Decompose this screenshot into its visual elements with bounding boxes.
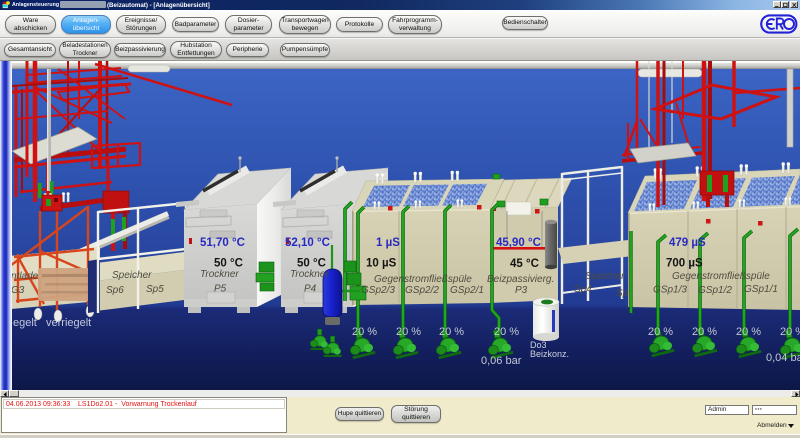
svg-text:52,10 °C: 52,10 °C bbox=[285, 237, 330, 249]
svg-text:verriegelt: verriegelt bbox=[46, 317, 91, 329]
svg-text:700 µS: 700 µS bbox=[666, 258, 703, 270]
svg-text:Sp6: Sp6 bbox=[106, 285, 124, 296]
svg-text:20 %: 20 % bbox=[439, 326, 464, 338]
svg-text:479 µS: 479 µS bbox=[669, 237, 706, 249]
svg-text:GSp1/1: GSp1/1 bbox=[744, 284, 778, 295]
svg-text:G3: G3 bbox=[11, 285, 25, 296]
svg-text:Trockner: Trockner bbox=[290, 269, 329, 280]
svg-text:20 %: 20 % bbox=[352, 326, 377, 338]
svg-text:P5: P5 bbox=[214, 284, 227, 295]
svg-text:20 %: 20 % bbox=[494, 326, 519, 338]
svg-text:GSp2/2: GSp2/2 bbox=[405, 285, 439, 296]
svg-text:45,90 °C: 45,90 °C bbox=[496, 237, 541, 249]
svg-text:0,04 bar: 0,04 bar bbox=[766, 352, 800, 364]
svg-text:Sp4: Sp4 bbox=[574, 284, 592, 295]
svg-text:Gegenstromfließspüle: Gegenstromfließspüle bbox=[374, 274, 472, 285]
svg-text:50 °C: 50 °C bbox=[297, 258, 326, 270]
svg-text:P3: P3 bbox=[515, 285, 528, 296]
svg-text:GSp1/3: GSp1/3 bbox=[653, 285, 687, 296]
svg-text:Trockner: Trockner bbox=[200, 269, 239, 280]
svg-text:50 °C: 50 °C bbox=[214, 258, 243, 270]
svg-text:20 %: 20 % bbox=[648, 326, 673, 338]
svg-text:Beizpassivierg.: Beizpassivierg. bbox=[487, 274, 554, 285]
svg-text:45 °C: 45 °C bbox=[510, 258, 539, 270]
svg-text:Speicher: Speicher bbox=[585, 271, 625, 282]
svg-text:Speicher: Speicher bbox=[112, 270, 152, 281]
svg-text:Gegenstromfließspüle: Gegenstromfließspüle bbox=[672, 271, 770, 282]
svg-text:Sp: Sp bbox=[616, 288, 629, 299]
svg-text:20 %: 20 % bbox=[396, 326, 421, 338]
svg-text:GSp1/2: GSp1/2 bbox=[698, 285, 732, 296]
svg-text:20 %: 20 % bbox=[692, 326, 717, 338]
svg-text:GSp2/3: GSp2/3 bbox=[361, 285, 395, 296]
svg-text:51,70 °C: 51,70 °C bbox=[200, 237, 245, 249]
svg-text:20 %: 20 % bbox=[780, 326, 800, 338]
svg-text:egelt: egelt bbox=[13, 317, 37, 329]
svg-text:20 %: 20 % bbox=[736, 326, 761, 338]
svg-text:ntlade: ntlade bbox=[11, 271, 39, 282]
svg-text:Beizkonz.: Beizkonz. bbox=[530, 349, 569, 359]
svg-text:P4: P4 bbox=[304, 284, 317, 295]
svg-text:1 µS: 1 µS bbox=[376, 237, 400, 249]
svg-text:10 µS: 10 µS bbox=[366, 258, 397, 270]
svg-text:0,06 bar: 0,06 bar bbox=[481, 355, 522, 367]
svg-text:GSp2/1: GSp2/1 bbox=[450, 285, 484, 296]
svg-text:Sp5: Sp5 bbox=[146, 284, 164, 295]
